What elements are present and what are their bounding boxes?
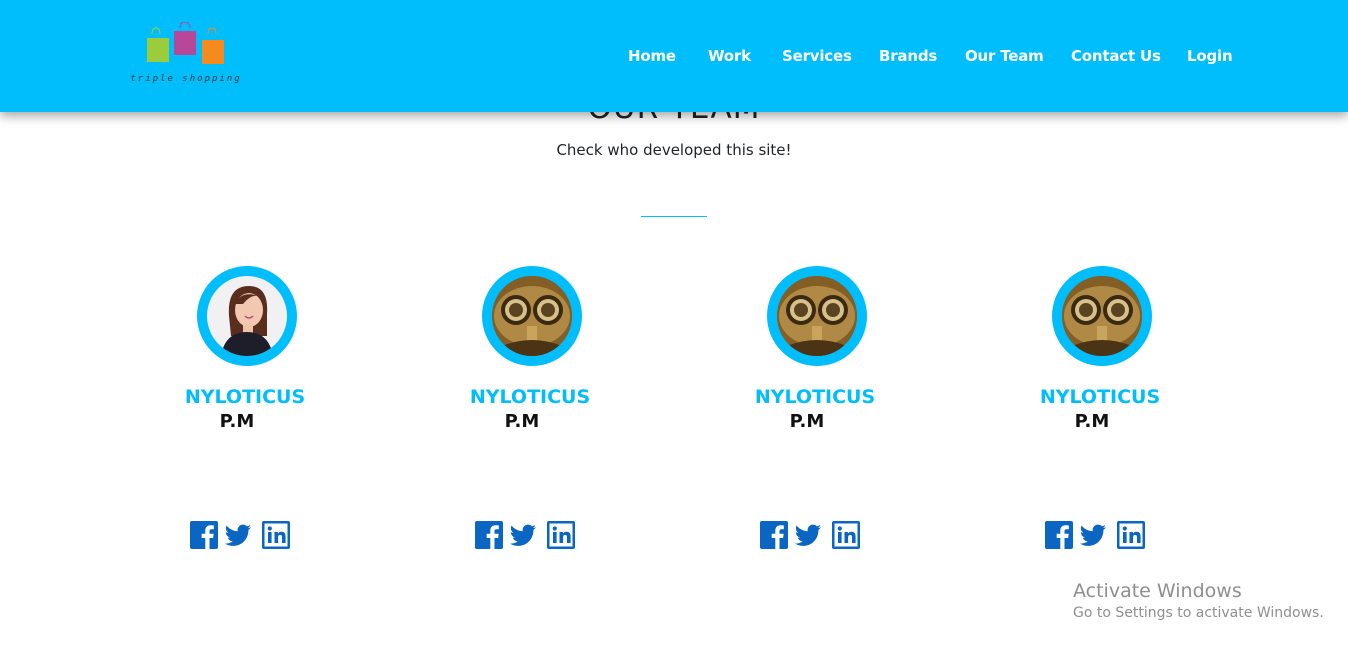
avatar <box>197 266 297 366</box>
facebook-icon[interactable] <box>760 521 788 549</box>
site-logo[interactable]: triple shopping <box>128 22 244 88</box>
twitter-icon[interactable] <box>794 521 822 549</box>
goggles-mask-image <box>777 276 857 356</box>
nav-contact-us[interactable]: Contact Us <box>1071 47 1161 65</box>
twitter-icon[interactable] <box>1079 521 1107 549</box>
logo-text: triple shopping <box>130 74 242 84</box>
goggles-mask-image <box>492 276 572 356</box>
linkedin-icon[interactable] <box>832 521 860 549</box>
member-role: P.M <box>1074 411 1110 432</box>
shopping-bags-icon <box>147 22 224 64</box>
activate-windows-title: Activate Windows <box>1073 580 1242 602</box>
nav-services[interactable]: Services <box>782 47 852 65</box>
member-name: NYLOTICUS <box>1039 386 1161 408</box>
linkedin-icon[interactable] <box>1117 521 1145 549</box>
nav-login[interactable]: Login <box>1187 47 1233 65</box>
member-name: NYLOTICUS <box>184 386 306 408</box>
member-name: NYLOTICUS <box>754 386 876 408</box>
nav-brands[interactable]: Brands <box>879 47 937 65</box>
avatar <box>1052 266 1152 366</box>
activate-windows-subtitle: Go to Settings to activate Windows. <box>1073 605 1324 621</box>
section-subtitle: Check who developed this site! <box>556 141 792 159</box>
nav-work[interactable]: Work <box>708 47 751 65</box>
member-role: P.M <box>789 411 825 432</box>
twitter-icon[interactable] <box>224 521 252 549</box>
nav-our-team[interactable]: Our Team <box>965 47 1044 65</box>
navbar: triple shopping Home Work Services Brand… <box>0 0 1348 112</box>
twitter-icon[interactable] <box>509 521 537 549</box>
member-role: P.M <box>219 411 255 432</box>
avatar <box>482 266 582 366</box>
goggles-mask-image <box>1062 276 1142 356</box>
facebook-icon[interactable] <box>1045 521 1073 549</box>
member-name: NYLOTICUS <box>469 386 591 408</box>
facebook-icon[interactable] <box>190 521 218 549</box>
member-role: P.M <box>504 411 540 432</box>
linkedin-icon[interactable] <box>262 521 290 549</box>
section-divider <box>641 216 707 217</box>
avatar <box>767 266 867 366</box>
woman-portrait-image <box>207 276 287 356</box>
linkedin-icon[interactable] <box>547 521 575 549</box>
facebook-icon[interactable] <box>475 521 503 549</box>
nav-home[interactable]: Home <box>628 47 676 65</box>
